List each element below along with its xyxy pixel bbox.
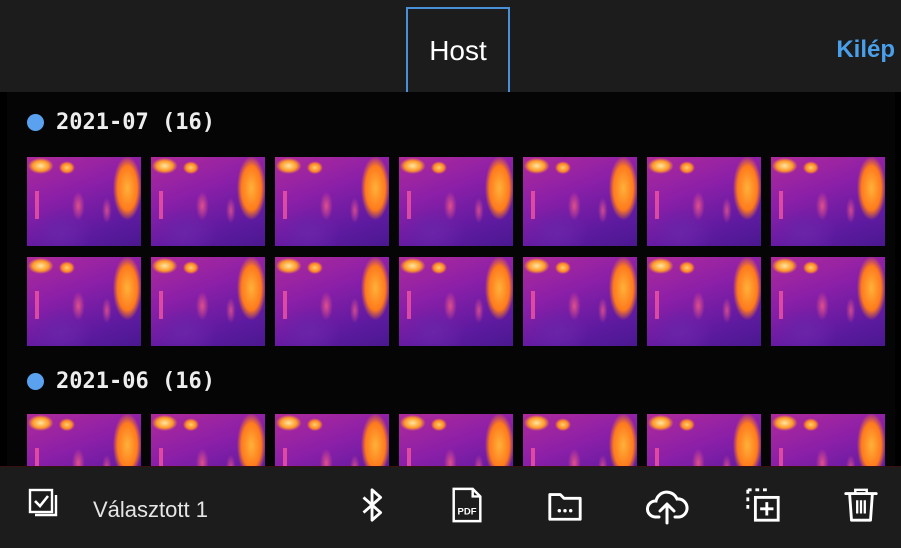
- thermal-image-gallery[interactable]: 2021-07 (16) 2021-06 (16): [7, 92, 895, 466]
- folder-icon[interactable]: [546, 485, 584, 525]
- bluetooth-icon[interactable]: [354, 485, 392, 525]
- thumbnail-row: [27, 257, 885, 346]
- thumbnail[interactable]: [523, 257, 637, 346]
- group-header-2021-06[interactable]: 2021-06 (16): [27, 369, 215, 394]
- thumbnail[interactable]: [27, 157, 141, 246]
- trash-icon[interactable]: [842, 485, 880, 525]
- thumbnail[interactable]: [151, 414, 265, 466]
- thumbnail[interactable]: [399, 257, 513, 346]
- thumbnail[interactable]: [523, 414, 637, 466]
- group-indicator-dot: [27, 114, 44, 131]
- thumbnail[interactable]: [771, 414, 885, 466]
- thumbnail[interactable]: [275, 157, 389, 246]
- thumbnail[interactable]: [647, 257, 761, 346]
- exit-button[interactable]: Kilép: [836, 36, 895, 64]
- copy-add-icon[interactable]: [744, 485, 782, 525]
- thumbnail[interactable]: [647, 414, 761, 466]
- thumbnail[interactable]: [151, 157, 265, 246]
- thumbnail[interactable]: [771, 157, 885, 246]
- group-header-2021-07[interactable]: 2021-07 (16): [27, 110, 215, 135]
- thumbnail[interactable]: [523, 157, 637, 246]
- tab-host[interactable]: Host: [406, 7, 510, 92]
- thumbnail[interactable]: [275, 414, 389, 466]
- thumbnail[interactable]: [647, 157, 761, 246]
- thumbnail[interactable]: [399, 157, 513, 246]
- group-label: 2021-07 (16): [56, 110, 215, 135]
- select-checkbox-icon[interactable]: [28, 488, 58, 518]
- cloud-upload-icon[interactable]: [645, 485, 689, 525]
- thumbnail[interactable]: [771, 257, 885, 346]
- thumbnail-row: [27, 414, 885, 466]
- thumbnail[interactable]: [27, 414, 141, 466]
- selected-count-label: Választott 1: [93, 497, 208, 522]
- thumbnail[interactable]: [151, 257, 265, 346]
- thumbnail[interactable]: [275, 257, 389, 346]
- thumbnail-row: [27, 157, 885, 246]
- top-bar: Host Kilép: [0, 0, 901, 92]
- group-label: 2021-06 (16): [56, 369, 215, 394]
- pdf-icon[interactable]: PDF: [448, 485, 486, 525]
- group-indicator-dot: [27, 373, 44, 390]
- pdf-icon-label: PDF: [458, 507, 477, 518]
- thumbnail[interactable]: [27, 257, 141, 346]
- thumbnail[interactable]: [399, 414, 513, 466]
